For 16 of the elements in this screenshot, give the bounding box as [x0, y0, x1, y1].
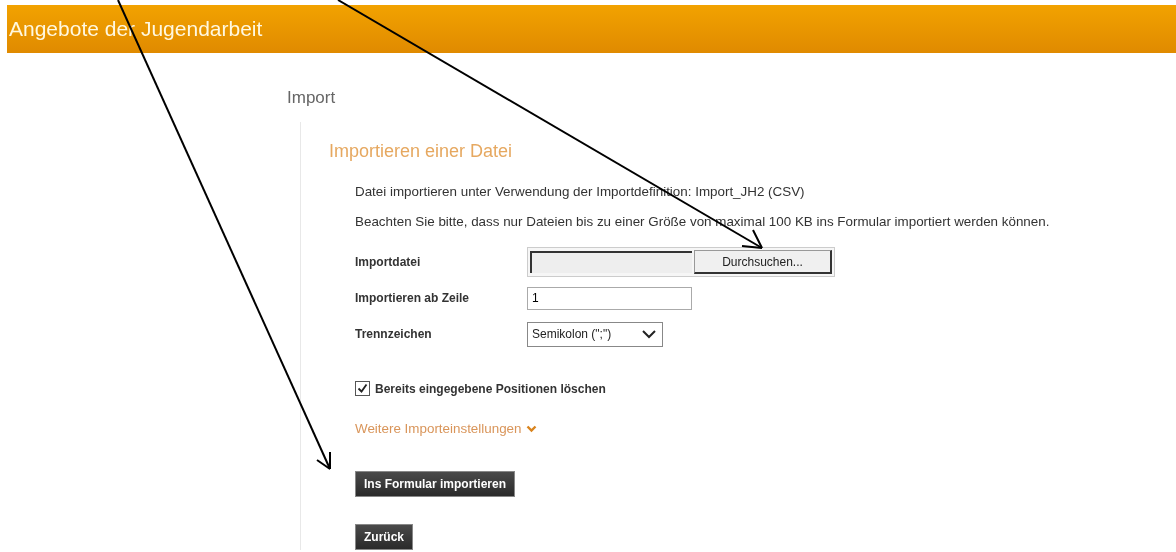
field-label: Trennzeichen — [355, 327, 433, 341]
checkbox-label: Bereits eingegebene Positionen löschen — [375, 381, 606, 396]
chevron-icon — [526, 424, 538, 433]
select-field[interactable]: Semikolon (";") — [527, 321, 663, 347]
field-label: Importieren ab Zeile — [355, 291, 471, 305]
chevron-icon — [642, 329, 656, 339]
section-heading: Importieren einer Datei — [329, 141, 514, 162]
file-field[interactable]: Durchsuchen... — [527, 247, 835, 277]
back-button[interactable]: Zurück — [355, 524, 413, 550]
field-label: Importdatei — [355, 255, 422, 269]
page-title: Import — [287, 88, 337, 108]
info-text: Beachten Sie bitte, dass nur Dateien bis zu einer Größe von maximal 100 KB ins Formular importiert werden können. — [355, 214, 1051, 229]
import-button[interactable]: Ins Formular importieren — [355, 471, 516, 497]
browse-button[interactable]: Durchsuchen... — [694, 250, 832, 274]
input-field[interactable]: 1 — [527, 286, 692, 310]
checkbox[interactable] — [355, 381, 370, 396]
